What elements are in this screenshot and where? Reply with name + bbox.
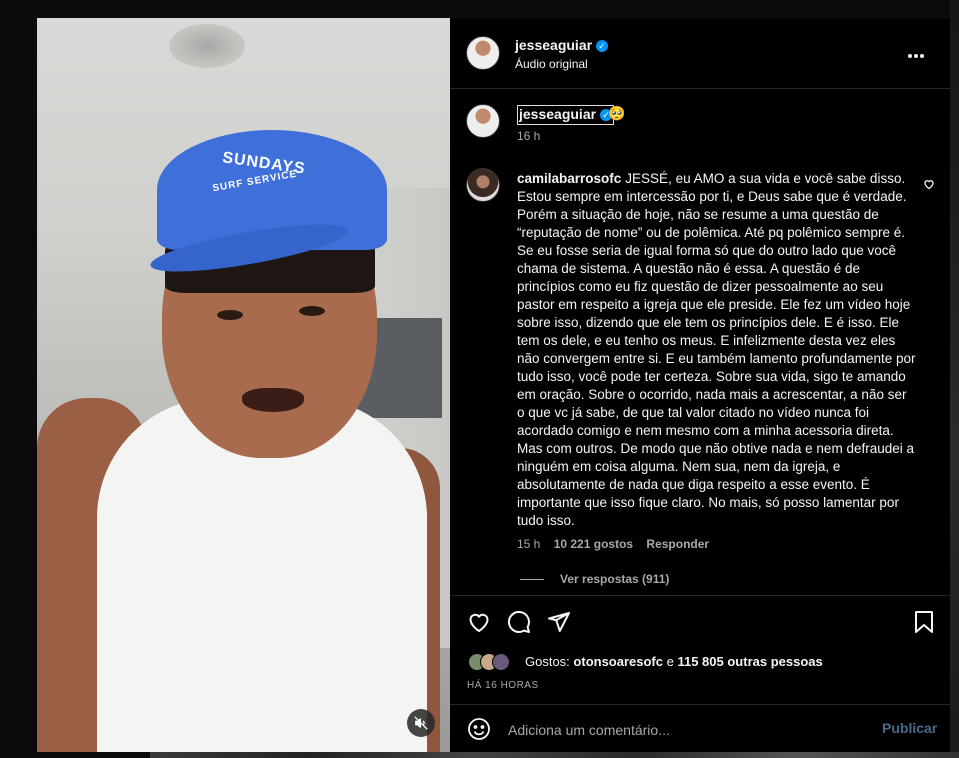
save-button[interactable]	[913, 610, 935, 639]
header-username-row: jesseaguiar ✓	[515, 37, 609, 55]
likes-prefix: Gostos:	[525, 654, 570, 669]
liker-avatar	[492, 653, 510, 671]
caption-username-row: jesseaguiar ✓	[517, 105, 615, 125]
comments-section[interactable]: jesseaguiar ✓ 🥺 16 h camilabarrosofc JESSÉ…	[450, 89, 950, 594]
heart-icon	[469, 613, 489, 633]
caption-avatar[interactable]	[466, 104, 500, 138]
publish-button[interactable]: Publicar	[882, 720, 937, 736]
mute-button[interactable]	[407, 709, 435, 737]
comment-bubble-icon	[507, 610, 530, 633]
post-timestamp[interactable]: HÁ 16 HORAS	[467, 680, 539, 691]
caption-time[interactable]: 16 h	[517, 129, 540, 143]
view-replies-label: Ver respostas (911)	[560, 572, 670, 586]
likes-conjunction: e	[663, 654, 678, 669]
avatar[interactable]	[466, 36, 500, 70]
send-icon	[548, 612, 570, 632]
view-replies-button[interactable]: Ver respostas (911)	[520, 572, 669, 586]
share-button[interactable]	[547, 610, 571, 639]
action-bar: Gostos: otonsoaresofc e 115 805 outras p…	[450, 595, 950, 705]
backdrop-right	[950, 0, 959, 758]
comment-text: JESSÉ, eu AMO a sua vida e você sabe dis…	[517, 171, 916, 528]
caption-username[interactable]: jesseaguiar	[519, 106, 596, 122]
comment-like-button[interactable]	[923, 177, 935, 195]
likes-summary: Gostos: otonsoaresofc e 115 805 outras p…	[525, 654, 823, 669]
emoji-icon	[468, 718, 490, 740]
speaker-muted-icon	[414, 716, 428, 730]
comment-input[interactable]	[506, 717, 810, 743]
ceiling-lamp	[169, 24, 245, 68]
header-username[interactable]: jesseaguiar	[515, 37, 592, 53]
comment-likes[interactable]: 10 221 gostos	[554, 537, 633, 551]
heart-icon	[924, 180, 934, 190]
verified-badge-icon: ✓	[596, 39, 609, 52]
emoji-button[interactable]	[467, 717, 491, 746]
right-eye	[299, 306, 325, 316]
comment-composer: Publicar	[450, 704, 950, 753]
caption-emoji: 🥺	[608, 105, 626, 121]
reel-video[interactable]: SUNDAYS SURF SERVICE	[37, 18, 450, 752]
post-panel: jesseaguiar ✓ Áudio original jesseaguiar ✓…	[450, 18, 950, 752]
left-eye	[217, 310, 243, 320]
comment-username[interactable]: camilabarrosofc	[517, 171, 621, 186]
comment-time[interactable]: 15 h	[517, 537, 540, 551]
likes-others[interactable]: 115 805 outras pessoas	[677, 654, 822, 669]
comment-button[interactable]	[507, 610, 531, 639]
comment-meta: 15 h 10 221 gostos Responder	[517, 537, 719, 551]
more-horizontal-icon	[908, 54, 924, 58]
mouth	[242, 388, 304, 412]
reply-button[interactable]: Responder	[646, 537, 709, 551]
comment-body: camilabarrosofc JESSÉ, eu AMO a sua vida …	[517, 170, 917, 530]
comment-avatar[interactable]	[466, 168, 500, 202]
post-header: jesseaguiar ✓ Áudio original	[450, 18, 950, 89]
audio-link[interactable]: Áudio original	[515, 57, 588, 71]
like-button[interactable]	[467, 610, 491, 639]
bookmark-icon	[915, 611, 933, 633]
replies-divider	[520, 579, 544, 581]
more-options-button[interactable]	[907, 42, 925, 65]
liker-username[interactable]: otonsoaresofc	[573, 654, 663, 669]
